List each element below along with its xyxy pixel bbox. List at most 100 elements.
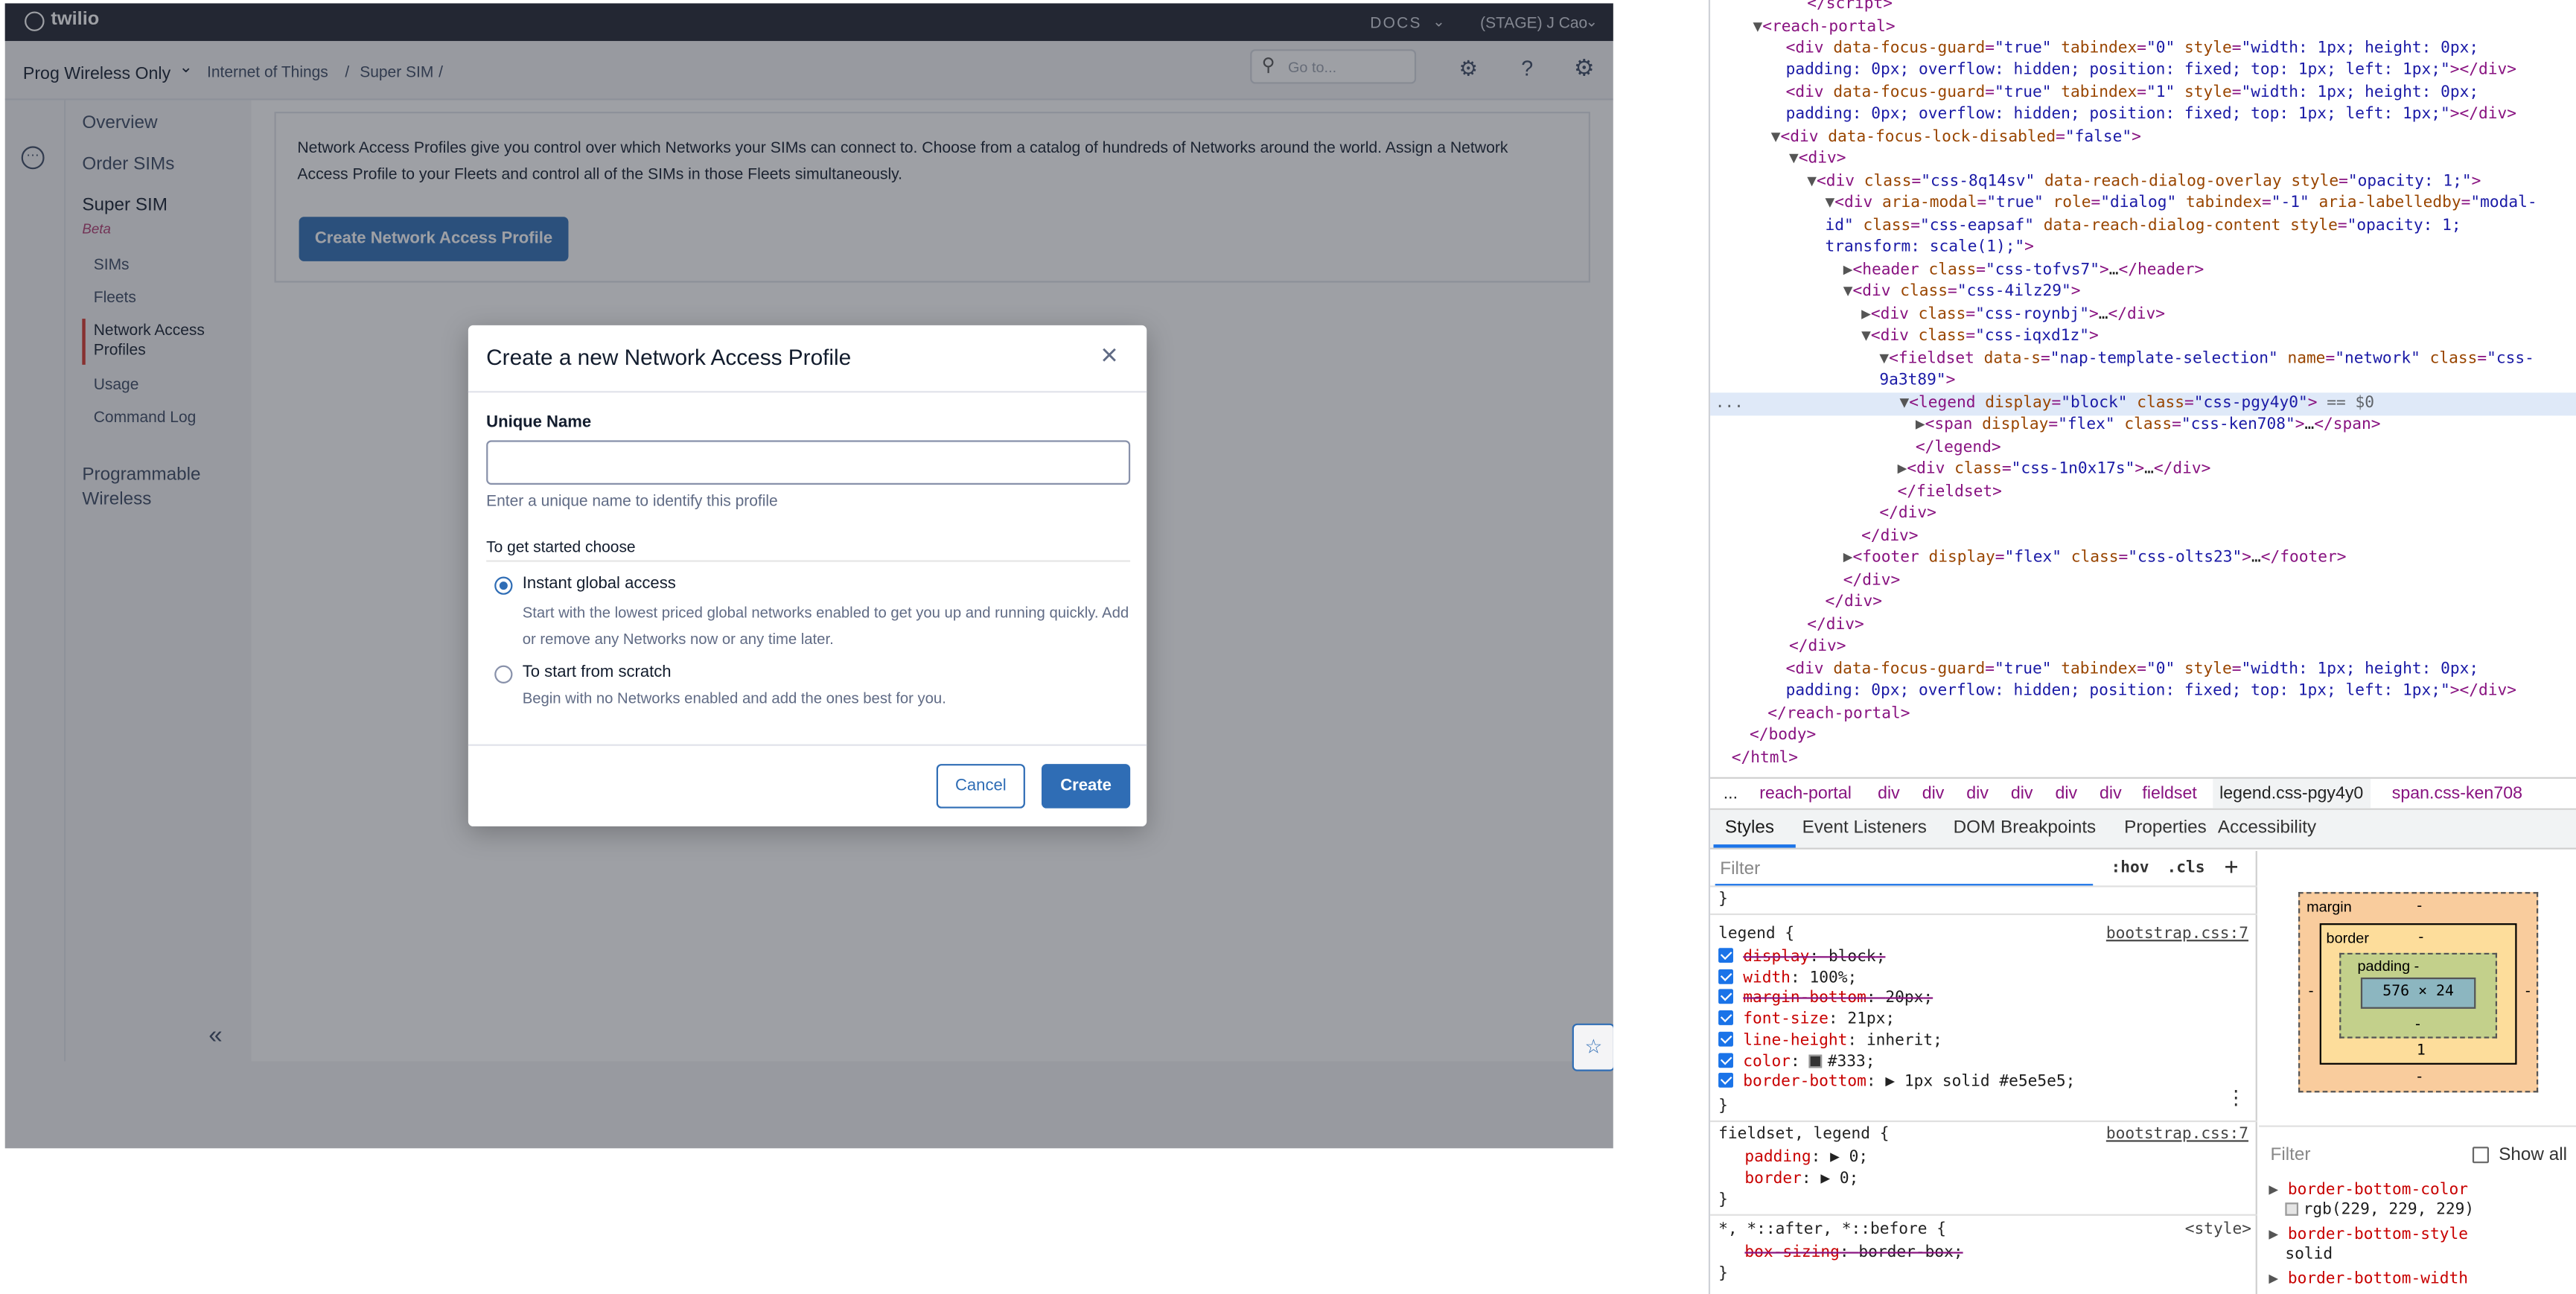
breadcrumb-item[interactable]: span.css-ken708 <box>2392 784 2522 803</box>
rule-source-link[interactable]: bootstrap.css:7 <box>2106 925 2248 943</box>
devtools-panel: </script> ▼<reach-portal> <div data-focu… <box>1708 0 2576 1294</box>
border-top-value: - <box>2416 929 2426 947</box>
show-all-checkbox[interactable] <box>2472 1147 2489 1164</box>
dom-node[interactable]: <div data-focus-guard="true" tabindex="1… <box>1786 82 2479 104</box>
dom-node[interactable]: ▼<div class="css-4ilz29"> <box>1843 281 2081 303</box>
breadcrumb-item[interactable]: div <box>2100 784 2122 803</box>
breadcrumb-item[interactable]: div <box>1878 784 1900 803</box>
dom-node: padding: 0px; overflow: hidden; position… <box>1785 105 2516 124</box>
box-model-margin[interactable]: margin - - - - border - 1 padding - - 57… <box>2298 892 2539 1093</box>
declaration-checkbox[interactable] <box>1718 948 1733 963</box>
dom-node[interactable]: ▼<div data-focus-lock-disabled="false"> <box>1771 127 2141 149</box>
radio-start-from-scratch[interactable] <box>494 665 513 683</box>
create-button[interactable]: Create <box>1041 764 1131 809</box>
box-model-border[interactable]: border - 1 padding - - 576 × 24 <box>2319 923 2517 1065</box>
option-instant-global-access-label[interactable]: Instant global access <box>523 575 676 593</box>
breadcrumb-item[interactable]: reach-portal <box>1759 784 1852 803</box>
tab-styles[interactable]: Styles <box>1725 818 1774 838</box>
dom-node[interactable]: ▶<footer display="flex" class="css-olts2… <box>1843 547 2347 570</box>
create-nap-dialog: Create a new Network Access Profile × Un… <box>468 325 1147 826</box>
declaration[interactable]: border: ▶ 0; <box>1744 1168 1858 1191</box>
dom-node[interactable]: <div data-focus-guard="true" tabindex="0… <box>1786 659 2479 681</box>
cancel-button[interactable]: Cancel <box>936 764 1025 809</box>
rule-selector[interactable]: *, *::after, *::before { <box>1718 1219 1946 1241</box>
show-all-label[interactable]: Show all <box>2499 1145 2567 1164</box>
cls-toggle[interactable]: .cls <box>2167 859 2205 877</box>
border-label: border <box>2326 929 2369 947</box>
radio-instant-global-access[interactable] <box>494 576 513 595</box>
declaration-checkbox[interactable] <box>1718 1073 1733 1089</box>
declaration-checkbox[interactable] <box>1718 1052 1733 1068</box>
dom-node[interactable]: ▼<reach-portal> <box>1753 16 1895 39</box>
breadcrumb-item[interactable]: div <box>1922 784 1945 803</box>
dom-node[interactable]: </script> <box>1807 0 1893 16</box>
color-swatch-icon[interactable] <box>2285 1202 2299 1216</box>
tab-properties[interactable]: Properties <box>2124 818 2207 838</box>
rule-source[interactable]: <style> <box>2185 1221 2251 1239</box>
color-swatch-icon[interactable] <box>1809 1054 1823 1068</box>
breadcrumb-item-selected[interactable]: legend.css-pgy4y0 <box>2213 778 2371 809</box>
dom-node: </div> <box>1861 527 1919 546</box>
option-instant-global-access-desc: Start with the lowest priced global netw… <box>522 605 1129 648</box>
declaration[interactable]: border-bottom: ▶ 1px solid #e5e5e5; <box>1718 1071 2075 1094</box>
computed-property[interactable]: ▶ border-bottom-width <box>2269 1268 2468 1290</box>
styles-tabbar: Styles Event Listeners DOM Breakpoints P… <box>1710 809 2576 850</box>
dom-node[interactable]: ▶<span display="flex" class="css-ken708"… <box>1916 414 2381 436</box>
dom-node[interactable]: ▼<fieldset data-s="nap-template-selectio… <box>1879 348 2534 371</box>
box-model-padding[interactable]: padding - - 576 × 24 <box>2339 952 2498 1039</box>
dom-node[interactable]: ▼<div> <box>1789 148 1846 170</box>
tab-dom-breakpoints[interactable]: DOM Breakpoints <box>1954 818 2097 838</box>
box-model-pane: margin - - - - border - 1 padding - - 57… <box>2259 851 2576 1294</box>
declaration-checkbox[interactable] <box>1718 1010 1733 1026</box>
padding-bottom-value: - <box>2413 1016 2423 1033</box>
computed-filter-input[interactable]: Filter <box>2271 1145 2311 1164</box>
declaration-checkbox[interactable] <box>1718 969 1733 984</box>
dom-node: </div> <box>1843 571 1901 590</box>
dom-node[interactable]: ▶<header class="css-tofvs7">…</header> <box>1843 260 2204 282</box>
declaration[interactable]: padding: ▶ 0; <box>1744 1147 1868 1169</box>
box-model-content[interactable]: 576 × 24 <box>2360 977 2476 1009</box>
dom-node[interactable]: <div data-focus-guard="true" tabindex="0… <box>1786 38 2479 60</box>
rule-divider <box>1710 1120 2257 1123</box>
dom-node: </fieldset> <box>1897 482 2002 502</box>
dialog-header: Create a new Network Access Profile × <box>468 325 1147 393</box>
breadcrumb-item[interactable]: ... <box>1724 784 1738 803</box>
dom-node-selected[interactable]: ... ▼<legend display="block" class="css-p… <box>1710 392 2576 415</box>
computed-property[interactable]: ▶ border-bottom-color <box>2269 1179 2468 1202</box>
rule-close-brace: } <box>1718 1097 1728 1116</box>
hov-toggle[interactable]: :hov <box>2111 859 2149 877</box>
breadcrumb-item[interactable]: div <box>1966 784 1989 803</box>
declaration-checkbox[interactable] <box>1718 989 1733 1005</box>
option-start-from-scratch-label[interactable]: To start from scratch <box>523 663 672 681</box>
dom-node[interactable]: ▼<div aria-modal="true" role="dialog" ta… <box>1826 192 2537 214</box>
dom-node[interactable]: ▼<div class="css-iqxd1z"> <box>1861 325 2099 348</box>
declaration[interactable]: color: #333; <box>1718 1051 1875 1073</box>
rule-selector[interactable]: fieldset, legend { <box>1718 1124 1889 1146</box>
breadcrumb-item[interactable]: div <box>2011 784 2033 803</box>
declaration[interactable]: box-sizing: border-box; <box>1744 1242 1963 1264</box>
more-options-icon[interactable]: ⋮ <box>2226 1086 2245 1109</box>
declaration[interactable]: line-height: inherit; <box>1718 1030 1942 1052</box>
dom-node[interactable]: ▼<div class="css-8q14sv" data-reach-dial… <box>1807 170 2481 193</box>
breadcrumb-item[interactable]: fieldset <box>2142 784 2196 803</box>
feedback-star-button[interactable]: ☆ <box>1572 1023 1613 1071</box>
tab-event-listeners[interactable]: Event Listeners <box>1802 818 1927 838</box>
breadcrumb-item[interactable]: div <box>2055 784 2077 803</box>
rule-selector[interactable]: legend { <box>1718 923 1794 946</box>
dom-node: 9a3t89"> <box>1879 371 1956 389</box>
declaration[interactable]: width: 100%; <box>1718 967 1857 989</box>
close-icon[interactable]: × <box>1100 339 1118 373</box>
dom-node[interactable]: ▶<div class="css-roynbj">…</div> <box>1861 304 2165 326</box>
new-rule-icon[interactable]: + <box>2225 854 2239 880</box>
declaration[interactable]: margin-bottom: 20px; <box>1718 988 1933 1010</box>
tab-accessibility[interactable]: Accessibility <box>2218 818 2316 838</box>
unique-name-input[interactable] <box>486 440 1131 485</box>
styles-filter-input[interactable]: Filter <box>1720 859 1760 879</box>
declaration-checkbox[interactable] <box>1718 1031 1733 1047</box>
declaration[interactable]: display: block; <box>1718 946 1885 969</box>
dialog-title: Create a new Network Access Profile <box>486 345 852 370</box>
computed-property[interactable]: ▶ border-bottom-style <box>2269 1224 2468 1246</box>
rule-source-link[interactable]: bootstrap.css:7 <box>2106 1126 2248 1144</box>
declaration[interactable]: font-size: 21px; <box>1718 1009 1895 1031</box>
dom-node[interactable]: ▶<div class="css-1n0x17s">…</div> <box>1898 459 2211 481</box>
